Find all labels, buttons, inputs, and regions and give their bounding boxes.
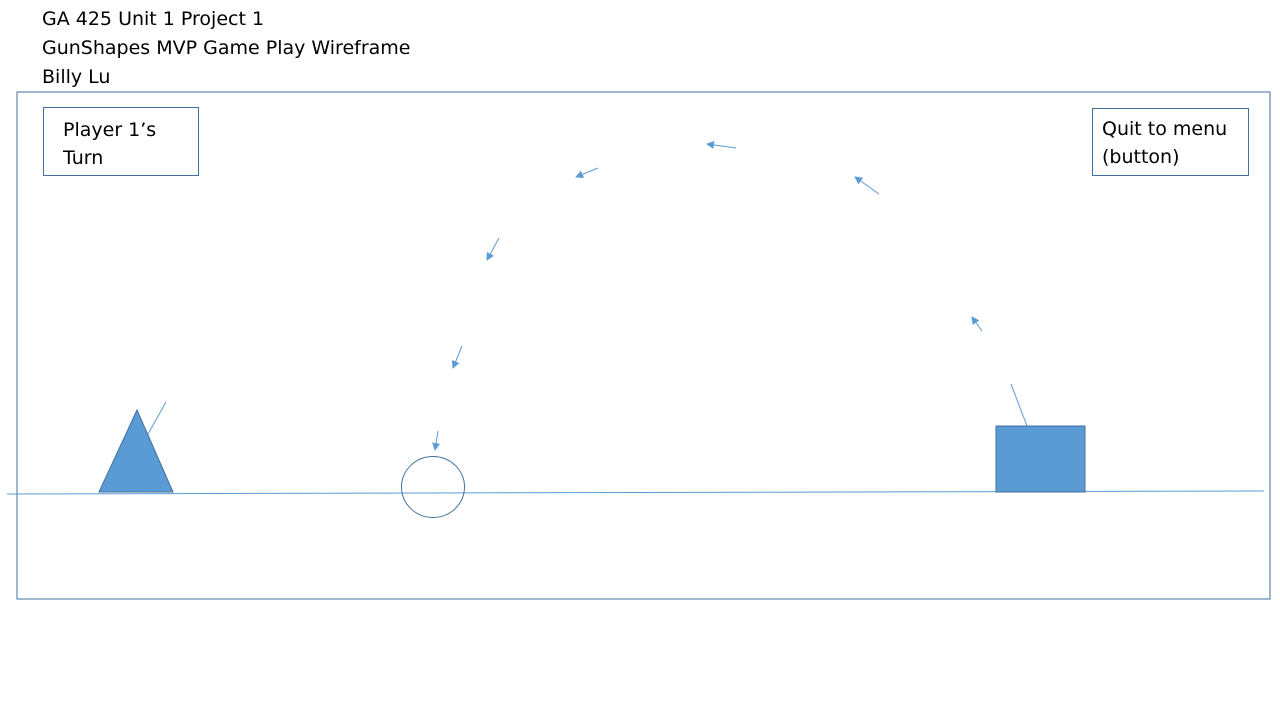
impact-circle — [401, 456, 465, 518]
trajectory-arrow-5 — [486, 237, 500, 261]
trajectory-arrow-1 — [971, 316, 983, 332]
trajectory-arrow-4 — [575, 167, 599, 179]
game-area-frame — [16, 91, 1271, 600]
square-body — [995, 425, 1086, 493]
player-1-triangle — [98, 401, 174, 493]
turn-indicator-line-1: Player 1’s — [63, 119, 157, 141]
trajectory-arrow-2 — [854, 176, 880, 195]
projectile-trajectory — [432, 140, 983, 451]
square-gun-barrel — [1010, 383, 1028, 427]
trajectory-arrow-6 — [451, 345, 463, 369]
trajectory-arrow-7 — [432, 430, 441, 451]
triangle-body — [98, 408, 174, 493]
turn-indicator-line-2: Turn — [63, 147, 104, 169]
player-turn-indicator: Player 1’s Turn — [43, 107, 199, 176]
quit-button-sublabel: (button) — [1102, 146, 1180, 168]
trajectory-arrow-3 — [706, 140, 737, 149]
player-2-square — [995, 383, 1086, 493]
quit-button-label: Quit to menu — [1102, 118, 1228, 140]
quit-to-menu-button[interactable]: Quit to menu (button) — [1092, 108, 1249, 176]
triangle-gun-barrel — [147, 401, 167, 435]
